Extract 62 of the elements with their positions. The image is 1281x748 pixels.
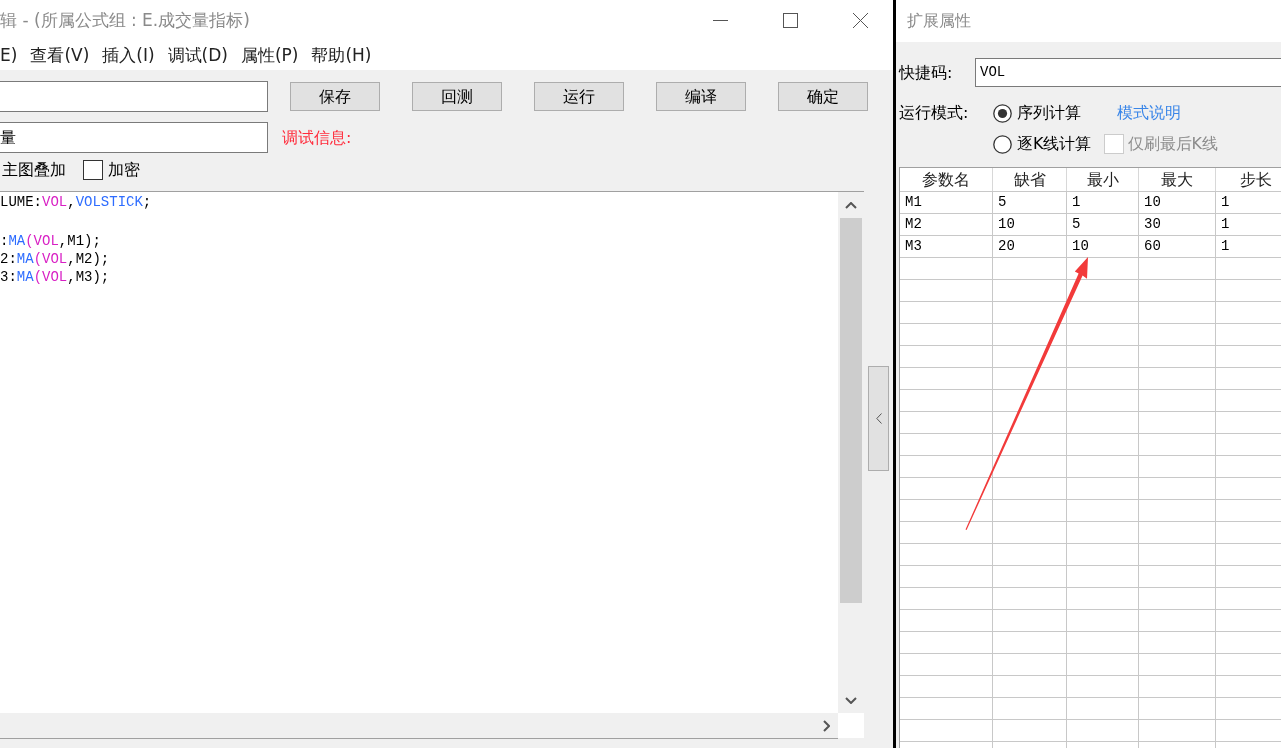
- column-header[interactable]: 参数名: [900, 168, 993, 191]
- toolbar-button[interactable]: 确定: [778, 82, 868, 111]
- checkbox-label: 仅刷最后K线: [1127, 133, 1218, 155]
- scroll-up-icon[interactable]: [845, 201, 857, 209]
- debug-info-label: 调试信息:: [282, 126, 352, 149]
- table-cell-text: M1: [905, 193, 922, 212]
- description-field[interactable]: 量: [0, 122, 268, 153]
- toolbar-button[interactable]: 保存: [290, 82, 380, 111]
- column-header[interactable]: 最小: [1067, 168, 1139, 191]
- chevron-left-icon: [875, 413, 882, 424]
- scroll-down-icon[interactable]: [845, 696, 857, 704]
- scrollbar-corner: [838, 713, 864, 738]
- code-editor[interactable]: LUME:VOL,VOLSTICK; :MA(VOL,M1); 2:MA(VOL,M2); 3:MA(VOL,M3);: [0, 192, 838, 713]
- menu-item[interactable]: 调试(D): [167, 42, 228, 69]
- checkbox[interactable]: [83, 160, 103, 180]
- menu-item[interactable]: 属性(P): [240, 42, 299, 69]
- toolbar-button[interactable]: 运行: [534, 82, 624, 111]
- code-line: LUME:VOL,VOLSTICK;: [0, 193, 152, 211]
- radio-button[interactable]: [993, 134, 1012, 154]
- formula-name-field[interactable]: [0, 81, 268, 112]
- scroll-right-icon[interactable]: [823, 719, 830, 732]
- shortcut-label: 快捷码:: [899, 61, 954, 84]
- table-cell-text: 10: [1072, 237, 1089, 256]
- minimize-icon: [712, 20, 728, 21]
- menu-item[interactable]: 插入(I): [102, 42, 155, 69]
- table-cell-text: 10: [998, 215, 1015, 234]
- collapse-handle[interactable]: [868, 366, 889, 471]
- code-line: :MA(VOL,M1);: [0, 232, 101, 250]
- overlay-label: 主图叠加: [2, 159, 66, 181]
- table-cell-text: M2: [905, 215, 922, 234]
- table-cell-text: M3: [905, 237, 922, 256]
- checkbox-label: 加密: [108, 159, 140, 181]
- table-cell-text: 5: [1072, 215, 1081, 234]
- run-mode-label: 运行模式:: [899, 102, 970, 124]
- table-cell-text: 20: [998, 237, 1015, 256]
- column-header[interactable]: 缺省: [993, 168, 1067, 191]
- code-line: 3:MA(VOL,M3);: [0, 268, 110, 286]
- toolbar-button[interactable]: 回测: [412, 82, 502, 111]
- menu-item[interactable]: 查看(V): [30, 42, 90, 69]
- radio-label: 逐K线计算: [1017, 133, 1092, 155]
- panel-title: 扩展属性: [907, 10, 971, 32]
- column-header[interactable]: 最大: [1139, 168, 1216, 191]
- table-cell-text: 60: [1144, 237, 1161, 256]
- table-cell-text: 10: [1144, 193, 1161, 212]
- table-cell-text: 1: [1221, 215, 1230, 234]
- shortcut-field[interactable]: VOL: [975, 58, 1281, 87]
- menu-item[interactable]: E): [0, 42, 18, 69]
- window-title: 辑 - (所属公式组 : E.成交量指标): [0, 8, 250, 32]
- toolbar-button[interactable]: 编译: [656, 82, 746, 111]
- scrollbar-thumb[interactable]: [840, 218, 862, 603]
- table-cell-text: 1: [1221, 237, 1230, 256]
- close-icon: [852, 13, 868, 28]
- code-line: 2:MA(VOL,M2);: [0, 250, 110, 268]
- table-cell-text: 1: [1221, 193, 1230, 212]
- table-cell-text: 5: [998, 193, 1007, 212]
- maximize-icon: [782, 13, 798, 28]
- column-header[interactable]: 步长: [1216, 168, 1281, 191]
- menu-item[interactable]: 帮助(H): [311, 42, 372, 69]
- table-cell-text: 30: [1144, 215, 1161, 234]
- radio-button[interactable]: [993, 103, 1012, 123]
- radio-label: 序列计算: [1017, 102, 1081, 124]
- table-cell-text: 1: [1072, 193, 1081, 212]
